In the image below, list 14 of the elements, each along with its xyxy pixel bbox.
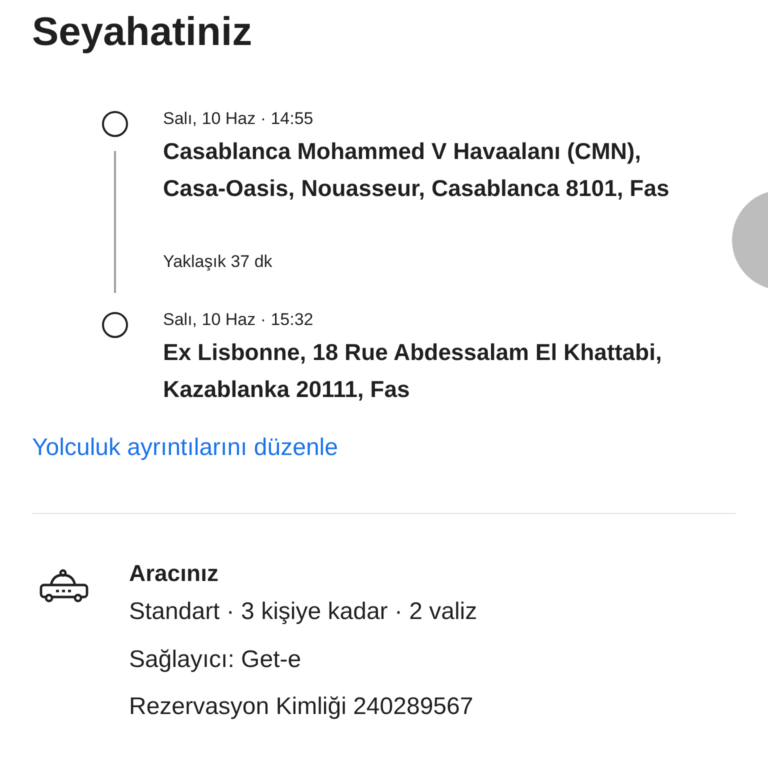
stop-time: Salı, 10 Haz · 15:32 — [163, 309, 314, 331]
stop-circle-icon — [102, 111, 128, 137]
page-title: Seyahatiniz — [32, 9, 252, 56]
trip-duration: Yaklaşık 37 dk — [163, 251, 274, 273]
taxi-icon — [39, 569, 89, 604]
stop-address: Casablanca Mohammed V Havaalanı (CMN), Casa-Oasis, Nouasseur, Casablanca 8101, Fas — [163, 137, 670, 203]
edit-trip-link[interactable]: Yolculuk ayrıntılarını düzenle — [32, 434, 338, 462]
vehicle-detail: Sağlayıcı: Get-e — [129, 644, 302, 674]
stop-circle-icon — [102, 312, 128, 338]
vehicle-detail: Standart · 3 kişiye kadar · 2 valiz — [129, 597, 478, 627]
vehicle-heading: Aracınız — [129, 559, 220, 588]
vehicle-detail: Rezervasyon Kimliği 240289567 — [129, 692, 474, 722]
stop-time: Salı, 10 Haz · 14:55 — [163, 108, 314, 130]
stop-address: Ex Lisbonne, 18 Rue Abdessalam El Khattabi, Kazablanka 20111, Fas — [163, 338, 663, 404]
